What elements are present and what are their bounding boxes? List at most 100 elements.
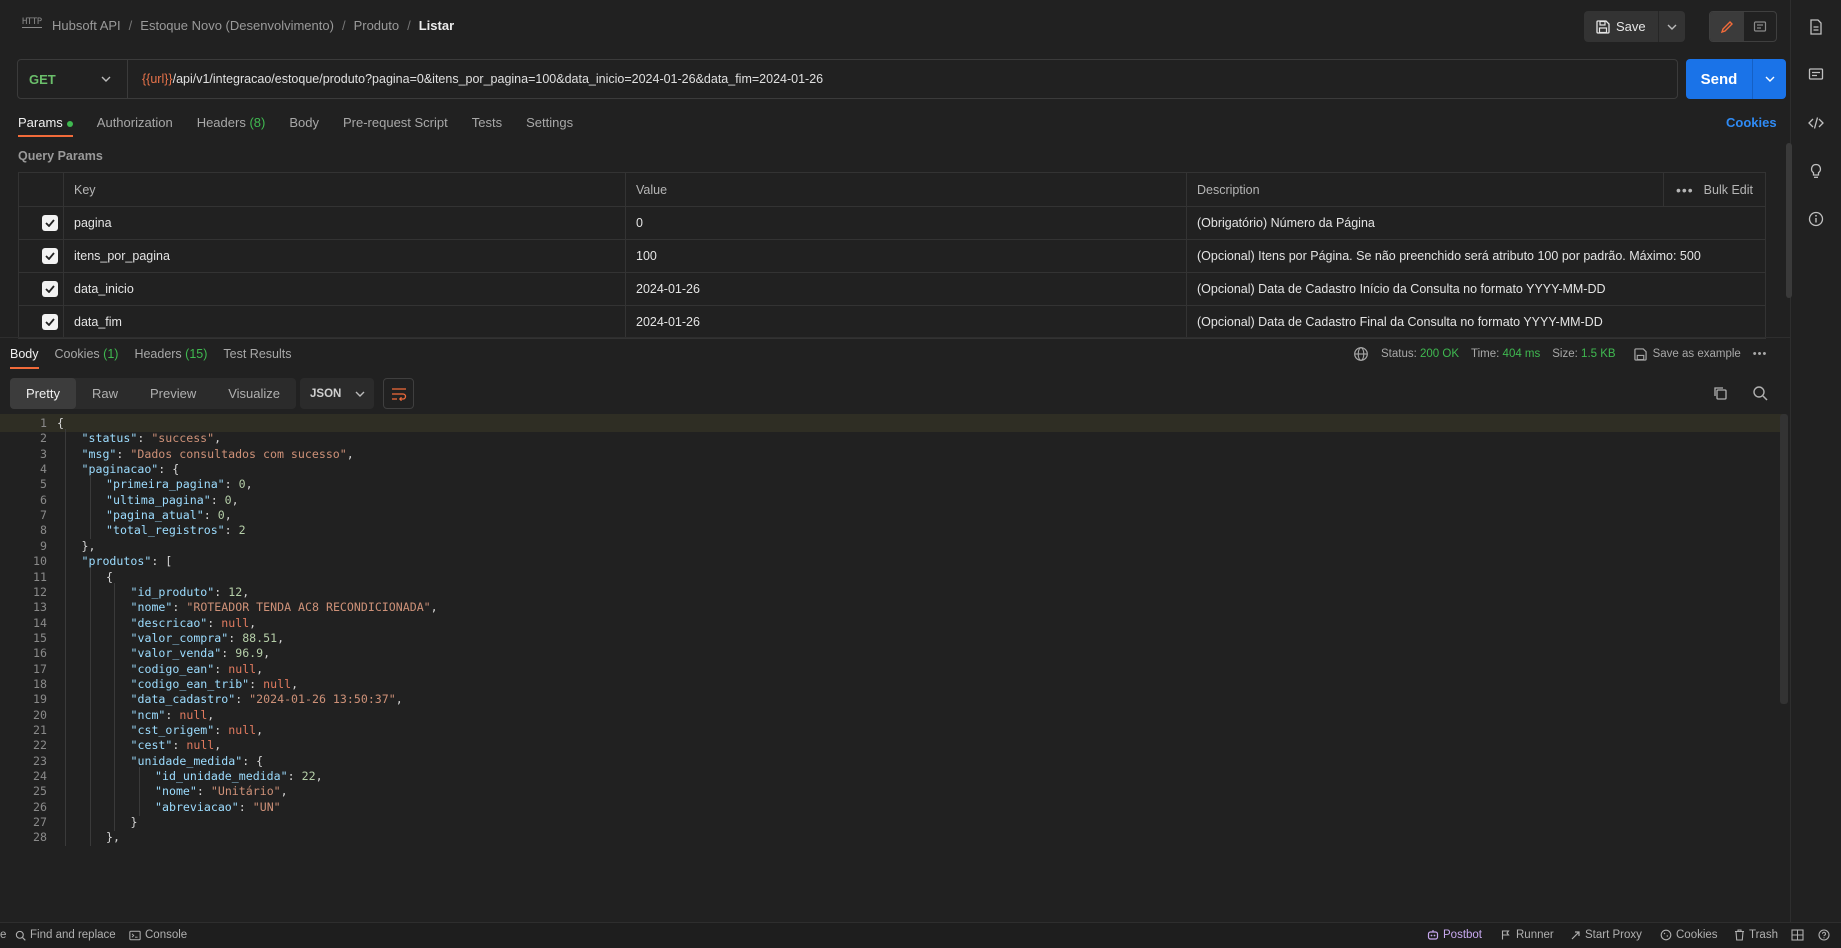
runner-button[interactable]: Runner — [1500, 929, 1554, 941]
code-token: : — [210, 492, 225, 507]
send-options-dropdown[interactable] — [1753, 59, 1786, 99]
url-input[interactable]: {{url}}/api/v1/integracao/estoque/produt… — [128, 72, 823, 86]
pane-divider[interactable] — [0, 337, 1790, 338]
tab-authorization[interactable]: Authorization — [97, 115, 173, 139]
param-description[interactable]: (Opcional) Itens por Página. Se não pree… — [1186, 239, 1766, 273]
request-pane-scrollbar[interactable] — [1786, 143, 1792, 298]
edit-mode-button[interactable] — [1710, 12, 1744, 41]
save-button[interactable]: Save — [1584, 11, 1659, 42]
send-button[interactable]: Send — [1686, 59, 1753, 99]
tab-params[interactable]: Params — [18, 115, 73, 139]
row-checkbox[interactable] — [42, 314, 58, 330]
view-mode-pretty[interactable]: Pretty — [10, 378, 76, 409]
tab-pre-request-script[interactable]: Pre-request Script — [343, 115, 448, 139]
param-description[interactable]: (Opcional) Data de Cadastro Início da Co… — [1186, 272, 1766, 306]
row-checkbox[interactable] — [42, 248, 58, 264]
console-label: Console — [145, 929, 188, 941]
status-bar-cookies-button[interactable]: Cookies — [1660, 929, 1718, 941]
param-description[interactable]: (Opcional) Data de Cadastro Final da Con… — [1186, 305, 1766, 339]
comment-mode-button[interactable] — [1744, 12, 1776, 41]
response-headers-count: (15) — [185, 347, 208, 361]
trash-button[interactable]: Trash — [1734, 929, 1778, 941]
breadcrumb-item-workspace[interactable]: Hubsoft API — [52, 18, 121, 33]
code-icon[interactable] — [1807, 114, 1825, 132]
view-mode-preview[interactable]: Preview — [134, 378, 212, 409]
console-button[interactable]: Console — [129, 929, 187, 941]
search-response-button[interactable] — [1752, 385, 1770, 403]
top-bar: HTTP Hubsoft API / Estoque Novo (Desenvo… — [0, 0, 1790, 52]
bulk-edit-button[interactable]: ••• Bulk Edit — [1662, 173, 1765, 206]
param-key[interactable]: pagina — [63, 206, 626, 240]
code-token: "id_unidade_medida" — [155, 769, 288, 784]
more-options-icon[interactable]: ••• — [1676, 182, 1694, 198]
tab-settings[interactable]: Settings — [526, 115, 573, 139]
response-scrollbar[interactable] — [1780, 414, 1788, 704]
param-value[interactable]: 100 — [625, 239, 1187, 273]
row-checkbox-cell — [18, 239, 64, 273]
code-token: { — [57, 416, 64, 430]
view-mode-raw[interactable]: Raw — [76, 378, 134, 409]
param-value[interactable]: 2024-01-26 — [625, 305, 1187, 339]
postbot-button[interactable]: Postbot — [1427, 929, 1482, 941]
comment-icon[interactable] — [1807, 66, 1825, 84]
start-proxy-button[interactable]: Start Proxy — [1569, 929, 1642, 941]
param-description[interactable]: (Obrigatório) Número da Página — [1186, 206, 1766, 240]
param-key[interactable]: data_inicio — [63, 272, 626, 306]
document-icon[interactable] — [1807, 18, 1825, 36]
breadcrumb-item-folder[interactable]: Produto — [354, 18, 400, 33]
table-row: pagina 0 (Obrigatório) Número da Página — [18, 206, 1766, 240]
http-method-select[interactable]: GET — [18, 60, 128, 98]
wrap-lines-button[interactable] — [383, 378, 414, 409]
size-label: Size: — [1552, 348, 1578, 360]
param-value[interactable]: 2024-01-26 — [625, 272, 1187, 306]
code-token: , — [291, 676, 299, 691]
save-options-dropdown[interactable] — [1659, 11, 1685, 42]
row-checkbox[interactable] — [42, 215, 58, 231]
layout-toggle-button[interactable] — [1791, 929, 1804, 941]
check-icon — [45, 285, 55, 293]
response-tab-body[interactable]: Body — [10, 347, 39, 369]
response-meta: Status: 200 OK Time: 404 ms Size: 1.5 KB… — [1353, 346, 1767, 362]
time-indicator[interactable]: Time: 404 ms — [1471, 348, 1540, 360]
row-checkbox[interactable] — [42, 281, 58, 297]
code-token: "descricao" — [130, 615, 208, 630]
find-replace-button[interactable]: Find and replace — [15, 929, 116, 941]
breadcrumb-item-collection[interactable]: Estoque Novo (Desenvolvimento) — [140, 18, 334, 33]
save-as-example-button[interactable]: Save as example — [1633, 347, 1741, 361]
chevron-down-icon — [101, 76, 111, 82]
breadcrumb-current-request[interactable]: Listar — [419, 18, 454, 33]
response-tab-cookies[interactable]: Cookies (1) — [55, 347, 119, 369]
view-mode-visualize[interactable]: Visualize — [212, 378, 296, 409]
response-body-editor[interactable]: 1{2 "status": "success", 3 "msg": "Dados co… — [0, 414, 1790, 921]
code-token: "Dados consultados com sucesso" — [130, 446, 347, 461]
save-icon — [1596, 19, 1610, 34]
check-icon — [45, 318, 55, 326]
code-token: , — [263, 646, 271, 661]
tab-tests[interactable]: Tests — [472, 115, 502, 139]
code-token: "Unitário" — [210, 784, 281, 799]
copy-response-button[interactable] — [1712, 385, 1730, 403]
status-indicator[interactable]: Status: 200 OK — [1381, 348, 1459, 360]
response-tab-test-results[interactable]: Test Results — [223, 347, 291, 369]
breadcrumb-separator: / — [407, 18, 411, 33]
help-button[interactable] — [1818, 929, 1830, 941]
code-token: , — [346, 446, 354, 461]
response-tab-headers[interactable]: Headers (15) — [134, 347, 207, 369]
save-icon — [1633, 347, 1647, 361]
status-bar-edge-item[interactable]: e — [0, 929, 6, 941]
size-indicator[interactable]: Size: 1.5 KB — [1552, 348, 1615, 360]
tab-body[interactable]: Body — [289, 115, 319, 139]
code-token: "cst_origem" — [130, 723, 215, 737]
param-key[interactable]: data_fim — [63, 305, 626, 339]
code-token: , — [242, 584, 250, 599]
code-token: , — [231, 492, 239, 507]
globe-icon[interactable] — [1353, 346, 1369, 362]
param-value[interactable]: 0 — [625, 206, 1187, 240]
info-icon[interactable] — [1807, 210, 1825, 228]
param-key[interactable]: itens_por_pagina — [63, 239, 626, 273]
tab-headers[interactable]: Headers (8) — [197, 115, 266, 139]
response-format-select[interactable]: JSON — [300, 378, 374, 409]
more-options-icon[interactable]: ••• — [1753, 348, 1768, 360]
cookies-link[interactable]: Cookies — [1726, 115, 1777, 130]
lightbulb-icon[interactable] — [1807, 162, 1825, 180]
